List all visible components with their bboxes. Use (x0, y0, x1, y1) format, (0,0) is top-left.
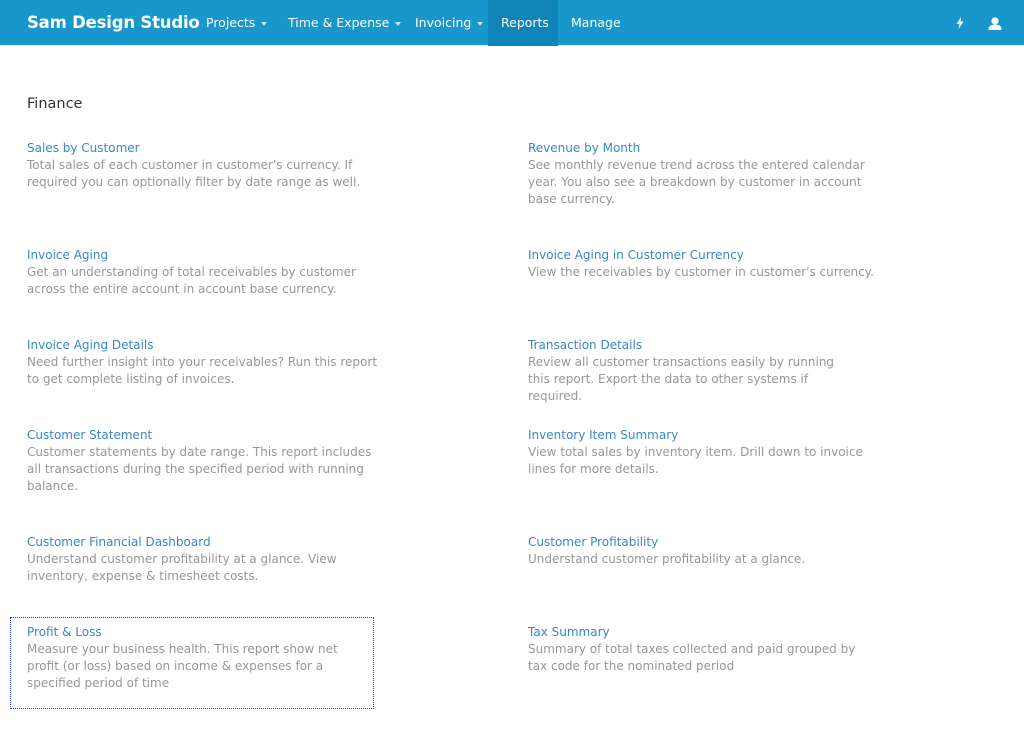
report-description: Review all customer transactions easily … (528, 355, 835, 403)
report-description: Measure your business health. This repor… (27, 642, 338, 690)
report-link-revenue-by-month[interactable]: Revenue by Month (528, 140, 878, 157)
report-link-inventory-item-summary[interactable]: Inventory Item Summary (528, 427, 878, 444)
report-item: Invoice Aging Get an understanding of to… (27, 247, 387, 298)
report-item: Transaction Details Review all customer … (528, 337, 848, 405)
nav-projects[interactable]: Projects (193, 0, 280, 46)
report-description: Understand customer profitability at a g… (528, 552, 806, 566)
top-navbar: Sam Design Studio Projects Time & Expens… (0, 0, 1024, 46)
nav-reports-label: Reports (501, 15, 549, 30)
report-description: View the receivables by customer in cust… (528, 265, 874, 279)
nav-invoicing-label: Invoicing (415, 15, 472, 30)
user-icon[interactable] (986, 14, 1004, 32)
brand-logo-link[interactable]: Sam Design Studio (27, 0, 200, 46)
nav-time-expense-label: Time & Expense (288, 15, 390, 30)
report-description: Get an understanding of total receivable… (27, 265, 356, 296)
lightning-bolt-icon[interactable] (951, 14, 969, 32)
report-link-transaction-details[interactable]: Transaction Details (528, 337, 848, 354)
report-description: See monthly revenue trend across the ent… (528, 158, 865, 206)
report-description: Understand customer profitability at a g… (27, 552, 337, 583)
nav-time-expense[interactable]: Time & Expense (275, 0, 414, 46)
report-link-invoice-aging-customer-currency[interactable]: Invoice Aging in Customer Currency (528, 247, 888, 264)
caret-down-icon (395, 21, 402, 26)
nav-reports[interactable]: Reports (488, 0, 558, 46)
caret-down-icon (477, 21, 484, 26)
report-link-customer-profitability[interactable]: Customer Profitability (528, 534, 888, 551)
nav-invoicing[interactable]: Invoicing (402, 0, 496, 46)
report-item: Invoice Aging in Customer Currency View … (528, 247, 888, 281)
report-item: Customer Financial Dashboard Understand … (27, 534, 347, 585)
report-item: Inventory Item Summary View total sales … (528, 427, 878, 478)
report-item: Customer Statement Customer statements b… (27, 427, 387, 495)
nav-projects-label: Projects (206, 15, 256, 30)
report-link-profit-and-loss[interactable]: Profit & Loss (27, 624, 367, 641)
report-description: Need further insight into your receivabl… (27, 355, 378, 386)
report-description: Total sales of each customer in customer… (27, 158, 361, 189)
nav-manage[interactable]: Manage (558, 0, 634, 46)
report-link-sales-by-customer[interactable]: Sales by Customer (27, 140, 387, 157)
report-item: Revenue by Month See monthly revenue tre… (528, 140, 878, 208)
report-description: Customer statements by date range. This … (27, 445, 372, 493)
report-link-customer-statement[interactable]: Customer Statement (27, 427, 387, 444)
report-item: Tax Summary Summary of total taxes colle… (528, 624, 858, 675)
report-link-invoice-aging-details[interactable]: Invoice Aging Details (27, 337, 387, 354)
report-item: Sales by Customer Total sales of each cu… (27, 140, 387, 191)
nav-manage-label: Manage (571, 15, 621, 30)
report-item: Invoice Aging Details Need further insig… (27, 337, 387, 388)
report-description: View total sales by inventory item. Dril… (528, 445, 863, 476)
report-item: Profit & Loss Measure your business heal… (27, 624, 367, 692)
report-description: Summary of total taxes collected and pai… (528, 642, 856, 673)
section-title: Finance (27, 96, 83, 112)
report-item: Customer Profitability Understand custom… (528, 534, 888, 568)
report-link-tax-summary[interactable]: Tax Summary (528, 624, 858, 641)
report-link-customer-financial-dashboard[interactable]: Customer Financial Dashboard (27, 534, 347, 551)
caret-down-icon (261, 21, 268, 26)
report-link-invoice-aging[interactable]: Invoice Aging (27, 247, 387, 264)
